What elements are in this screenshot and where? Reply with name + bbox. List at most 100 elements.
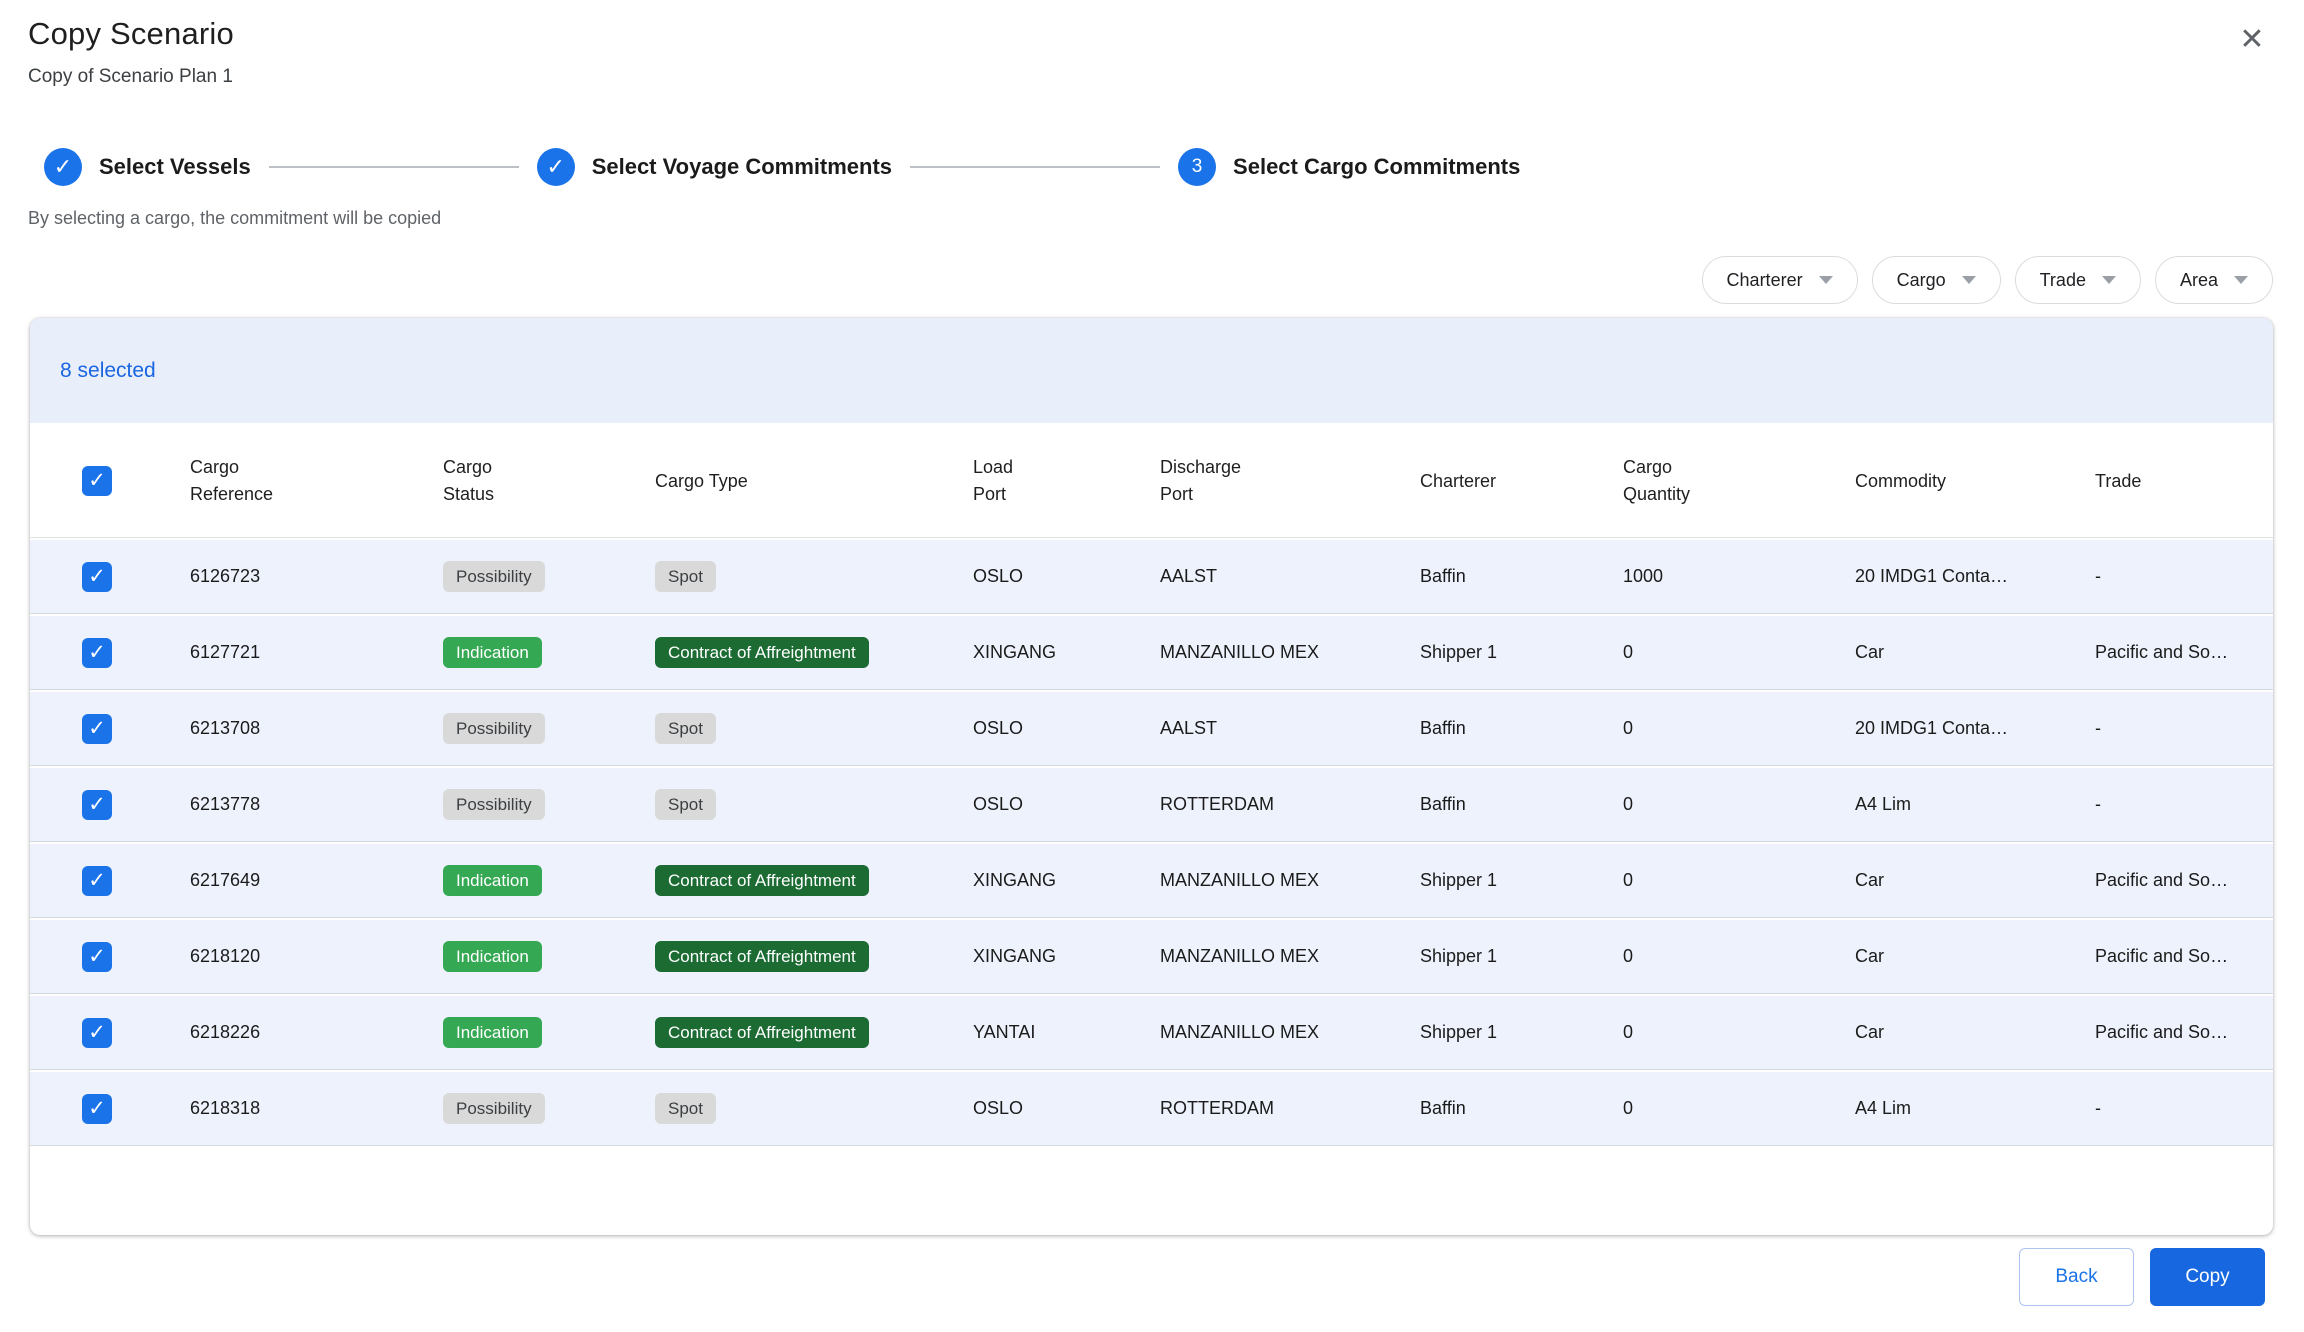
dialog-footer: Back Copy (2019, 1248, 2265, 1306)
cargo-reference: 6218318 (190, 1072, 443, 1146)
helper-text: By selecting a cargo, the commitment wil… (28, 208, 441, 229)
commodity: A4 Lim (1855, 768, 2095, 842)
cargo-reference: 6213708 (190, 692, 443, 766)
cargo-type-badge: Contract of Affreightment (655, 865, 869, 897)
charterer: Baffin (1420, 692, 1623, 766)
table-row[interactable]: 6126723 Possibility Spot OSLO AALST Baff… (30, 540, 2273, 614)
cargo-reference: 6126723 (190, 540, 443, 614)
charterer: Shipper 1 (1420, 996, 1623, 1070)
step-connector (269, 166, 519, 168)
step-label: Select Cargo Commitments (1233, 154, 1520, 180)
column-header-load-port: Load Port (973, 425, 1160, 538)
table-row[interactable]: 6218318 Possibility Spot OSLO ROTTERDAM … (30, 1072, 2273, 1146)
area-filter-dropdown[interactable]: Area (2155, 256, 2273, 304)
table-header-row: Cargo Reference Cargo Status Cargo Type … (30, 425, 2273, 538)
row-checkbox[interactable] (82, 790, 112, 820)
trade: Pacific and So… (2095, 844, 2273, 918)
table-row[interactable]: 6218226 Indication Contract of Affreight… (30, 996, 2273, 1070)
step-complete-check-icon (44, 148, 82, 186)
commodity: A4 Lim (1855, 1072, 2095, 1146)
load-port: OSLO (973, 768, 1160, 842)
load-port: OSLO (973, 1072, 1160, 1146)
cargo-status-badge: Possibility (443, 561, 545, 593)
trade: - (2095, 1072, 2273, 1146)
table-row[interactable]: 6127721 Indication Contract of Affreight… (30, 616, 2273, 690)
step-select-cargo-commitments[interactable]: 3 Select Cargo Commitments (1178, 148, 1520, 186)
trade: Pacific and So… (2095, 996, 2273, 1070)
column-header-cargo-type: Cargo Type (655, 425, 973, 538)
chevron-down-icon (2102, 276, 2116, 284)
row-checkbox[interactable] (82, 942, 112, 972)
trade-filter-dropdown[interactable]: Trade (2015, 256, 2141, 304)
table-row[interactable]: 6213778 Possibility Spot OSLO ROTTERDAM … (30, 768, 2273, 842)
cargo-status-badge: Indication (443, 637, 542, 669)
load-port: OSLO (973, 692, 1160, 766)
charterer: Baffin (1420, 540, 1623, 614)
close-icon[interactable] (2230, 18, 2274, 62)
row-checkbox[interactable] (82, 638, 112, 668)
discharge-port: MANZANILLO MEX (1160, 844, 1420, 918)
cargo-reference: 6217649 (190, 844, 443, 918)
chevron-down-icon (2234, 276, 2248, 284)
column-header-trade: Trade (2095, 425, 2273, 538)
table-row[interactable]: 6218120 Indication Contract of Affreight… (30, 920, 2273, 994)
charterer: Shipper 1 (1420, 616, 1623, 690)
column-header-cargo-reference: Cargo Reference (190, 425, 443, 538)
step-select-voyage-commitments[interactable]: Select Voyage Commitments (537, 148, 892, 186)
cargo-quantity: 0 (1623, 1072, 1855, 1146)
row-checkbox[interactable] (82, 1018, 112, 1048)
cargo-type-badge: Spot (655, 1093, 716, 1125)
back-button[interactable]: Back (2019, 1248, 2134, 1306)
cargo-type-badge: Contract of Affreightment (655, 637, 869, 669)
cargo-quantity: 0 (1623, 616, 1855, 690)
step-number-badge: 3 (1178, 148, 1216, 186)
stepper: Select Vessels Select Voyage Commitments… (44, 148, 1520, 186)
row-checkbox[interactable] (82, 1094, 112, 1124)
load-port: YANTAI (973, 996, 1160, 1070)
cargo-reference: 6213778 (190, 768, 443, 842)
load-port: OSLO (973, 540, 1160, 614)
dialog-subtitle: Copy of Scenario Plan 1 (28, 66, 234, 88)
cargo-quantity: 1000 (1623, 540, 1855, 614)
load-port: XINGANG (973, 920, 1160, 994)
load-port: XINGANG (973, 844, 1160, 918)
commodity: Car (1855, 616, 2095, 690)
cargo-status-badge: Possibility (443, 1093, 545, 1125)
cargo-type-badge: Spot (655, 713, 716, 745)
discharge-port: MANZANILLO MEX (1160, 616, 1420, 690)
filter-bar: Charterer Cargo Trade Area (1702, 256, 2273, 304)
cargo-filter-dropdown[interactable]: Cargo (1872, 256, 2001, 304)
discharge-port: MANZANILLO MEX (1160, 920, 1420, 994)
table-row[interactable]: 6217649 Indication Contract of Affreight… (30, 844, 2273, 918)
cargo-table-card: 8 selected Cargo Reference Cargo Status … (30, 318, 2273, 1235)
row-checkbox[interactable] (82, 714, 112, 744)
commodity: Car (1855, 996, 2095, 1070)
cargo-quantity: 0 (1623, 768, 1855, 842)
charterer: Shipper 1 (1420, 920, 1623, 994)
copy-scenario-dialog: Copy Scenario Copy of Scenario Plan 1 Se… (0, 0, 2304, 1332)
column-header-charterer: Charterer (1420, 425, 1623, 538)
column-header-commodity: Commodity (1855, 425, 2095, 538)
commodity: 20 IMDG1 Conta… (1855, 540, 2095, 614)
charterer: Baffin (1420, 768, 1623, 842)
dialog-header: Copy Scenario Copy of Scenario Plan 1 (28, 16, 234, 88)
charterer-filter-dropdown[interactable]: Charterer (1702, 256, 1858, 304)
discharge-port: MANZANILLO MEX (1160, 996, 1420, 1070)
row-checkbox[interactable] (82, 866, 112, 896)
trade: - (2095, 768, 2273, 842)
chevron-down-icon (1819, 276, 1833, 284)
row-checkbox[interactable] (82, 562, 112, 592)
step-connector (910, 166, 1160, 168)
step-label: Select Voyage Commitments (592, 154, 892, 180)
cargo-quantity: 0 (1623, 920, 1855, 994)
select-all-checkbox[interactable] (82, 466, 112, 496)
load-port: XINGANG (973, 616, 1160, 690)
cargo-reference: 6127721 (190, 616, 443, 690)
step-select-vessels[interactable]: Select Vessels (44, 148, 251, 186)
trade: Pacific and So… (2095, 616, 2273, 690)
copy-button[interactable]: Copy (2150, 1248, 2265, 1306)
charterer: Baffin (1420, 1072, 1623, 1146)
commodity: Car (1855, 920, 2095, 994)
table-row[interactable]: 6213708 Possibility Spot OSLO AALST Baff… (30, 692, 2273, 766)
cargo-type-badge: Contract of Affreightment (655, 1017, 869, 1049)
